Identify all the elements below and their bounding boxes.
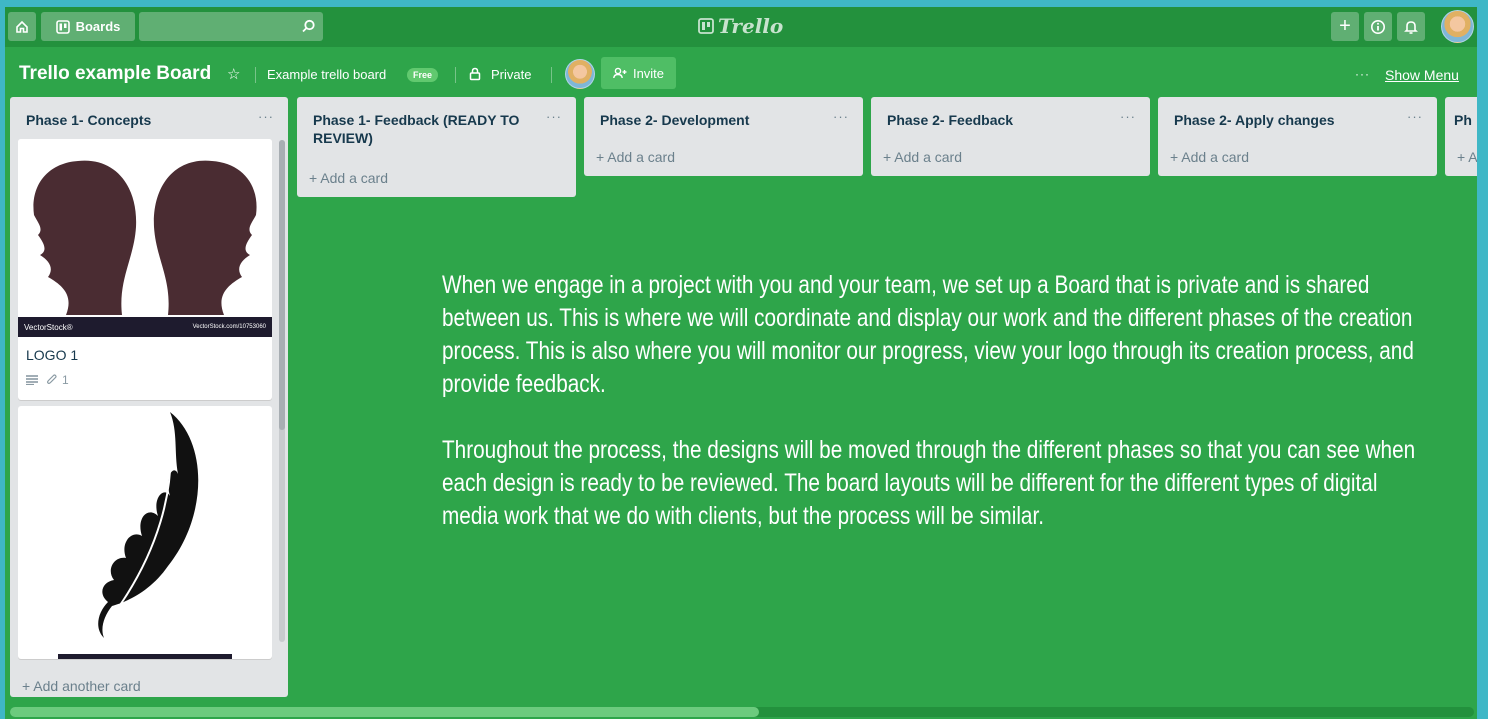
user-avatar[interactable] bbox=[1441, 10, 1474, 43]
plus-icon: + bbox=[1339, 15, 1351, 37]
list-menu-icon[interactable]: ··· bbox=[1407, 109, 1423, 124]
add-another-card-button[interactable]: + Add another card bbox=[22, 678, 141, 694]
top-navbar: Boards Trello + bbox=[5, 7, 1477, 47]
face-silhouettes-image bbox=[18, 139, 272, 317]
explanation-paragraph-1: When we engage in a project with you and… bbox=[442, 271, 1414, 398]
description-icon bbox=[26, 375, 38, 385]
attachment-badge: 1 bbox=[46, 373, 69, 387]
home-icon bbox=[16, 20, 28, 33]
list-title[interactable]: Phase 2- Feedback bbox=[887, 111, 1013, 129]
header-divider bbox=[255, 67, 256, 83]
header-divider bbox=[551, 67, 552, 83]
bell-icon bbox=[1404, 20, 1418, 34]
list-phase-2-apply-changes: Phase 2- Apply changes ··· + Add a card bbox=[1158, 97, 1437, 176]
invite-label: Invite bbox=[632, 65, 665, 81]
show-menu-link[interactable]: Show Menu bbox=[1385, 67, 1459, 83]
list-scrollbar-thumb[interactable] bbox=[279, 140, 285, 430]
list-title[interactable]: Phase 2- Apply changes bbox=[1174, 111, 1335, 129]
info-icon bbox=[1371, 19, 1385, 34]
trello-window: Boards Trello + Trello example Board ☆ E… bbox=[5, 7, 1477, 719]
watermark-url: VectorStock.com/10753060 bbox=[192, 324, 266, 330]
list-partial: Ph + A bbox=[1445, 97, 1477, 176]
create-button[interactable]: + bbox=[1331, 12, 1359, 41]
feather-image bbox=[58, 406, 232, 659]
more-icon[interactable]: ··· bbox=[1355, 67, 1370, 81]
card-logo-1[interactable]: VectorStock® VectorStock.com/10753060 LO… bbox=[18, 139, 272, 400]
header-divider bbox=[455, 67, 456, 83]
notifications-button[interactable] bbox=[1397, 12, 1425, 41]
free-badge: Free bbox=[407, 68, 439, 82]
list-title[interactable]: Ph bbox=[1454, 111, 1472, 129]
invite-button[interactable]: Invite bbox=[601, 57, 676, 89]
list-phase-2-development: Phase 2- Development ··· + Add a card bbox=[584, 97, 863, 176]
boards-button[interactable]: Boards bbox=[41, 12, 135, 41]
add-card-button[interactable]: + Add a card bbox=[309, 170, 388, 186]
list-menu-icon[interactable]: ··· bbox=[833, 109, 849, 124]
list-title[interactable]: Phase 1- Concepts bbox=[26, 111, 151, 129]
logo-text: Trello bbox=[718, 14, 784, 38]
explanation-text: When we engage in a project with you and… bbox=[442, 269, 1430, 566]
lock-icon bbox=[469, 67, 481, 81]
member-avatar[interactable] bbox=[565, 59, 595, 89]
list-phase-1-concepts: Phase 1- Concepts ··· VectorStock® Vecto… bbox=[10, 97, 288, 697]
search-input[interactable] bbox=[139, 12, 323, 41]
watermark-brand: VectorStock® bbox=[24, 322, 73, 332]
attachment-icon bbox=[47, 374, 57, 384]
list-phase-1-feedback: Phase 1- Feedback (READY TO REVIEW) ··· … bbox=[297, 97, 576, 197]
trello-logo[interactable]: Trello bbox=[698, 14, 783, 38]
watermark-bar: VectorStock® VectorStock.com/10753060 bbox=[18, 317, 272, 337]
list-phase-2-feedback: Phase 2- Feedback ··· + Add a card bbox=[871, 97, 1150, 176]
board-title[interactable]: Trello example Board bbox=[19, 63, 211, 85]
add-member-icon bbox=[613, 67, 627, 79]
board-scrollbar-track[interactable] bbox=[10, 707, 1474, 717]
list-menu-icon[interactable]: ··· bbox=[258, 109, 274, 124]
add-card-button[interactable]: + Add a card bbox=[1170, 149, 1249, 165]
info-button[interactable] bbox=[1364, 12, 1392, 41]
list-menu-icon[interactable]: ··· bbox=[546, 109, 562, 124]
card-title: LOGO 1 bbox=[26, 347, 79, 363]
list-menu-icon[interactable]: ··· bbox=[1120, 109, 1136, 124]
boards-label: Boards bbox=[75, 19, 121, 34]
add-card-button[interactable]: + A bbox=[1457, 149, 1477, 165]
team-name[interactable]: Example trello board bbox=[267, 67, 386, 82]
list-title[interactable]: Phase 1- Feedback (READY TO REVIEW) bbox=[313, 111, 548, 147]
board-scrollbar-thumb[interactable] bbox=[10, 707, 759, 717]
boards-icon bbox=[55, 19, 70, 34]
card-feather[interactable] bbox=[18, 406, 272, 659]
home-button[interactable] bbox=[8, 12, 36, 41]
card-badges: 1 bbox=[26, 373, 69, 387]
add-card-button[interactable]: + Add a card bbox=[883, 149, 962, 165]
star-icon[interactable]: ☆ bbox=[227, 65, 240, 83]
explanation-paragraph-2: Throughout the process, the designs will… bbox=[442, 436, 1416, 530]
trello-logo-icon bbox=[698, 18, 714, 34]
attachment-count: 1 bbox=[62, 373, 69, 387]
add-card-button[interactable]: + Add a card bbox=[596, 149, 675, 165]
list-title[interactable]: Phase 2- Development bbox=[600, 111, 749, 129]
search-icon bbox=[302, 19, 315, 33]
privacy-button[interactable]: Private bbox=[491, 67, 531, 82]
